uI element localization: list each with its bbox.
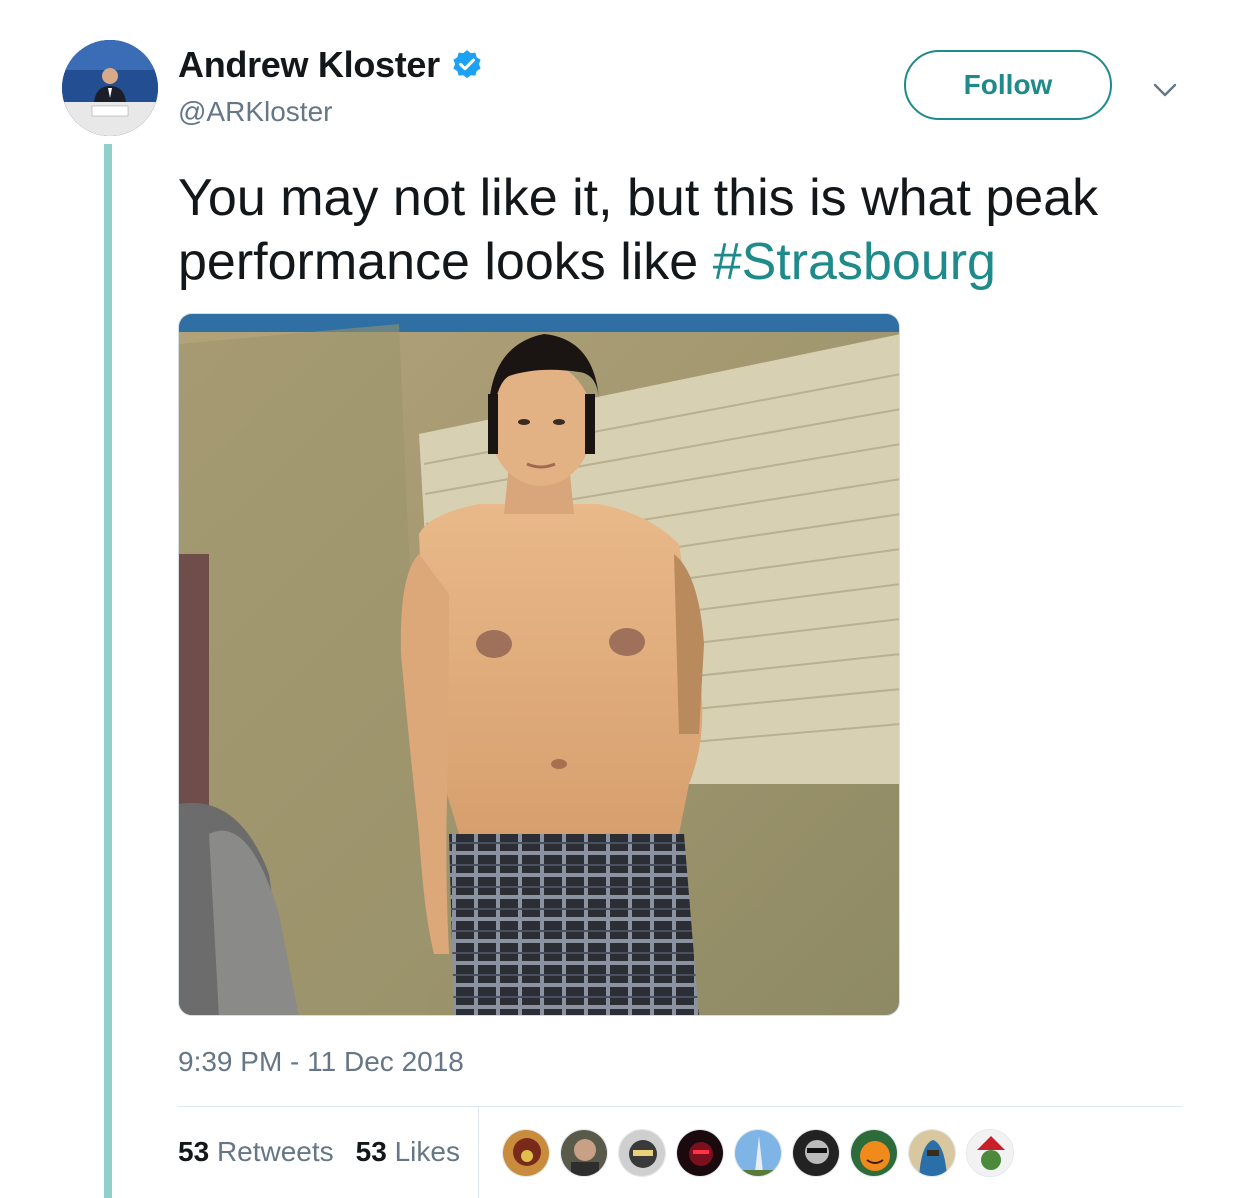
hashtag-link[interactable]: #Strasbourg [713,233,996,291]
tweet-timestamp[interactable]: 9:39 PM - 11 Dec 2018 [178,1046,464,1078]
liker-avatar-1[interactable] [502,1129,550,1177]
likes-label: Likes [394,1136,460,1167]
retweets-label: Retweets [216,1136,334,1167]
photo-image [179,314,899,1015]
stats-separator [478,1107,479,1198]
tweet-stats: 53 Retweets 53 Likes [178,1136,460,1168]
author-avatar[interactable] [62,40,158,136]
liker-avatar-4[interactable] [676,1129,724,1177]
stats-divider [178,1106,1182,1107]
follow-button[interactable]: Follow [904,50,1112,120]
likes-stat[interactable]: 53 Likes [356,1136,460,1168]
tweet-media-photo[interactable] [178,313,900,1016]
liker-avatar-5[interactable] [734,1129,782,1177]
author-display-name[interactable]: Andrew Kloster [178,44,440,86]
liker-avatar-8[interactable] [908,1129,956,1177]
avatar-photo [62,40,158,136]
retweets-stat[interactable]: 53 Retweets [178,1136,334,1168]
likes-count: 53 [355,1136,387,1167]
conversation-thread-line [104,144,112,1198]
chevron-down-icon[interactable] [1152,80,1178,100]
liker-avatar-6[interactable] [792,1129,840,1177]
liker-avatar-3[interactable] [618,1129,666,1177]
retweets-count: 53 [178,1136,210,1167]
author-handle[interactable]: @ARKloster [178,96,484,128]
liker-avatar-2[interactable] [560,1129,608,1177]
liker-avatars [502,1129,1014,1177]
liker-avatar-9[interactable] [966,1129,1014,1177]
tweet-text: You may not like it, but this is what pe… [178,166,1198,294]
verified-badge-icon [453,50,481,79]
liker-avatar-7[interactable] [850,1129,898,1177]
